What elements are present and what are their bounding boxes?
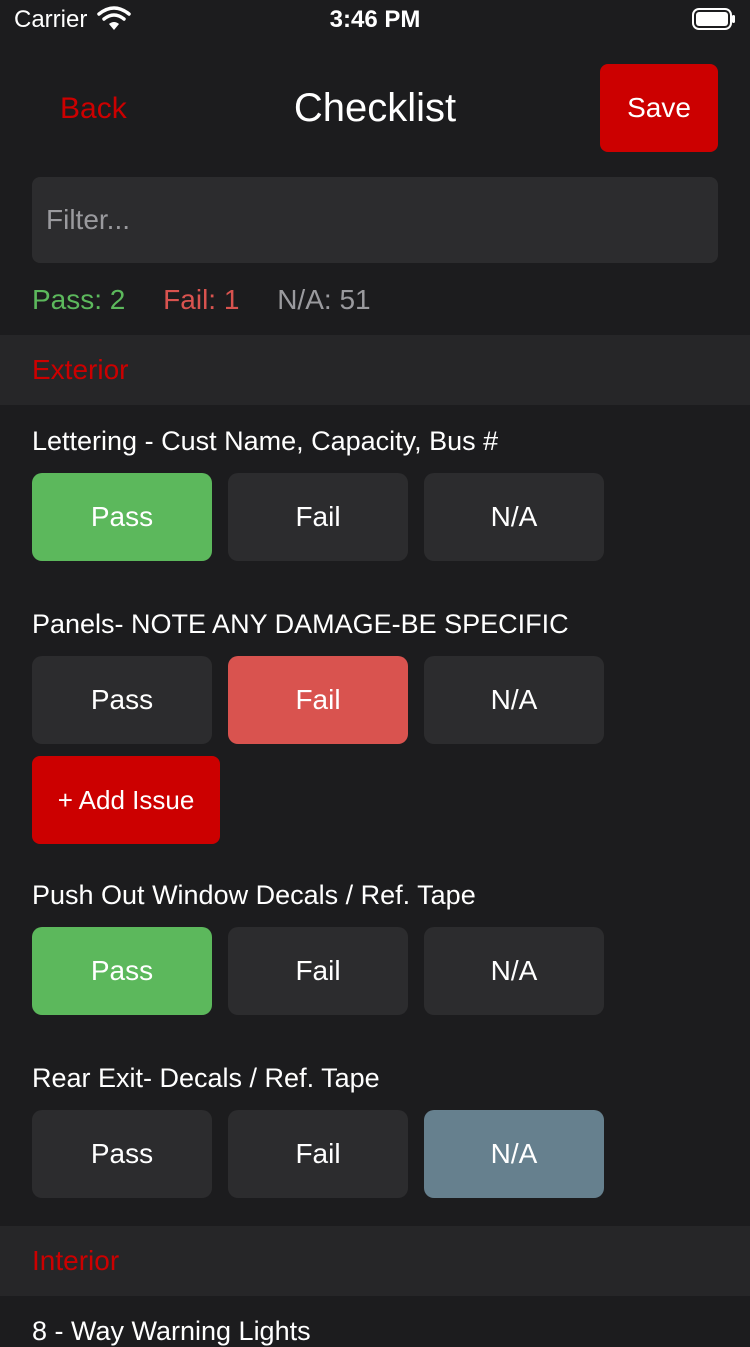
pass-button[interactable]: Pass — [32, 927, 212, 1015]
fail-button[interactable]: Fail — [228, 927, 408, 1015]
add-issue-button[interactable]: + Add Issue — [32, 756, 220, 844]
clock: 3:46 PM — [329, 6, 421, 33]
section-header-exterior: Exterior — [0, 335, 750, 405]
result-counts: Pass: 2 Fail: 1 N/A: 51 — [32, 284, 401, 316]
nav-bar: Back Checklist Save — [0, 60, 750, 156]
fail-count: Fail: 1 — [163, 284, 240, 315]
na-button[interactable]: N/A — [424, 1110, 604, 1198]
filter-input[interactable]: Filter... — [32, 177, 718, 263]
fail-button[interactable]: Fail — [228, 473, 408, 561]
item-label: Panels- NOTE ANY DAMAGE-BE SPECIFIC — [32, 609, 569, 639]
na-button[interactable]: N/A — [424, 473, 604, 561]
na-button[interactable]: N/A — [424, 927, 604, 1015]
item-label: 8 - Way Warning Lights — [32, 1316, 311, 1346]
pass-button[interactable]: Pass — [32, 1110, 212, 1198]
status-bar: Carrier 3:46 PM — [0, 0, 750, 40]
pass-button[interactable]: Pass — [32, 656, 212, 744]
item-label: Push Out Window Decals / Ref. Tape — [32, 880, 476, 910]
pass-count: Pass: 2 — [32, 284, 126, 315]
na-count: N/A: 51 — [277, 284, 371, 315]
save-button[interactable]: Save — [600, 64, 718, 152]
battery-icon — [692, 8, 735, 30]
fail-button[interactable]: Fail — [228, 1110, 408, 1198]
section-header-interior: Interior — [0, 1226, 750, 1296]
item-label: Lettering - Cust Name, Capacity, Bus # — [32, 426, 499, 456]
pass-button[interactable]: Pass — [32, 473, 212, 561]
fail-button[interactable]: Fail — [228, 656, 408, 744]
item-label: Rear Exit- Decals / Ref. Tape — [32, 1063, 380, 1093]
na-button[interactable]: N/A — [424, 656, 604, 744]
